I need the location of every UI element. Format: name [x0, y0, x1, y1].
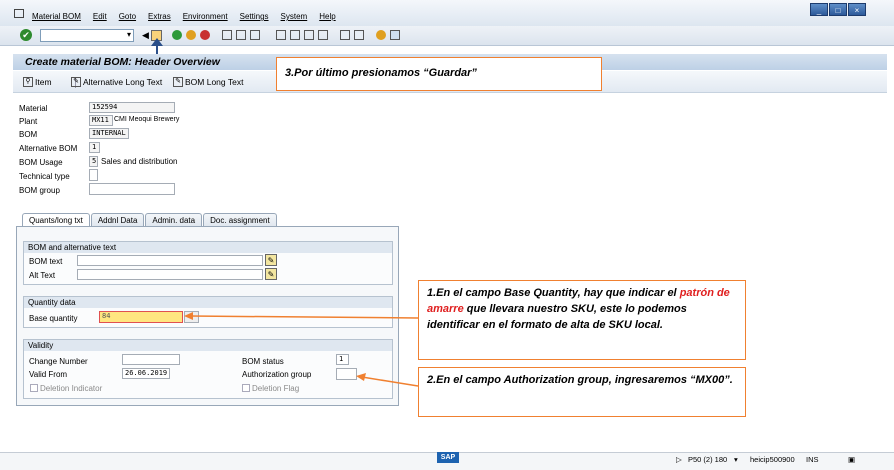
- status-mode: INS: [806, 455, 819, 464]
- callout-arrows: [184, 312, 419, 387]
- status-dropdown-icon[interactable]: ▾: [734, 455, 738, 464]
- status-layout-icon[interactable]: ▣: [848, 455, 855, 464]
- status-system: P50 (2) 180: [688, 455, 728, 464]
- status-server: heicip500900: [750, 455, 795, 464]
- status-play-icon[interactable]: ▷: [676, 455, 682, 464]
- sap-logo: SAP: [437, 452, 459, 463]
